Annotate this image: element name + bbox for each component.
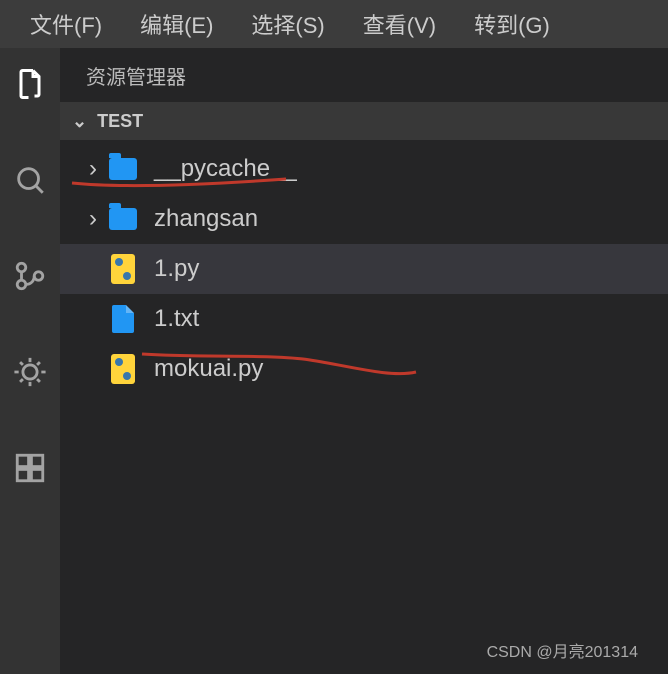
menubar: 文件(F) 编辑(E) 选择(S) 查看(V) 转到(G): [0, 0, 668, 48]
folder-icon: [106, 152, 140, 186]
menu-select[interactable]: 选择(S): [251, 8, 324, 40]
menu-goto[interactable]: 转到(G): [474, 8, 550, 40]
menu-view[interactable]: 查看(V): [363, 8, 436, 40]
debug-icon[interactable]: [12, 354, 48, 390]
tree-folder-pycache[interactable]: › __pycache__: [60, 144, 668, 194]
tree-file-1py[interactable]: 1.py: [60, 244, 668, 294]
python-file-icon: [106, 252, 140, 286]
text-file-icon: [106, 302, 140, 336]
sidebar-title: 资源管理器: [60, 48, 668, 102]
folder-name: TEST: [97, 111, 143, 132]
menu-edit[interactable]: 编辑(E): [140, 8, 213, 40]
tree-file-1txt[interactable]: 1.txt: [60, 294, 668, 344]
activity-bar: [0, 48, 60, 674]
explorer-sidebar: 资源管理器 ⌄ TEST › __pycache__ › zhangsan 1.…: [60, 48, 668, 674]
menu-file[interactable]: 文件(F): [30, 8, 102, 40]
extensions-icon[interactable]: [12, 450, 48, 486]
chevron-right-icon: ›: [80, 205, 106, 233]
chevron-down-icon: ⌄: [72, 111, 87, 132]
search-icon[interactable]: [12, 162, 48, 198]
explorer-icon[interactable]: [12, 66, 48, 102]
source-control-icon[interactable]: [12, 258, 48, 294]
folder-section-header[interactable]: ⌄ TEST: [60, 102, 668, 140]
tree-folder-zhangsan[interactable]: › zhangsan: [60, 194, 668, 244]
tree-item-label: 1.txt: [154, 305, 199, 333]
tree-item-label: mokuai.py: [154, 355, 263, 383]
python-file-icon: [106, 352, 140, 386]
tree-item-label: zhangsan: [154, 205, 258, 233]
file-tree: › __pycache__ › zhangsan 1.py 1.txt: [60, 140, 668, 394]
tree-item-label: __pycache__: [154, 155, 297, 183]
chevron-right-icon: ›: [80, 155, 106, 183]
folder-icon: [106, 202, 140, 236]
tree-item-label: 1.py: [154, 255, 199, 283]
tree-file-mokuai[interactable]: mokuai.py: [60, 344, 668, 394]
watermark: CSDN @月亮201314: [487, 638, 638, 662]
